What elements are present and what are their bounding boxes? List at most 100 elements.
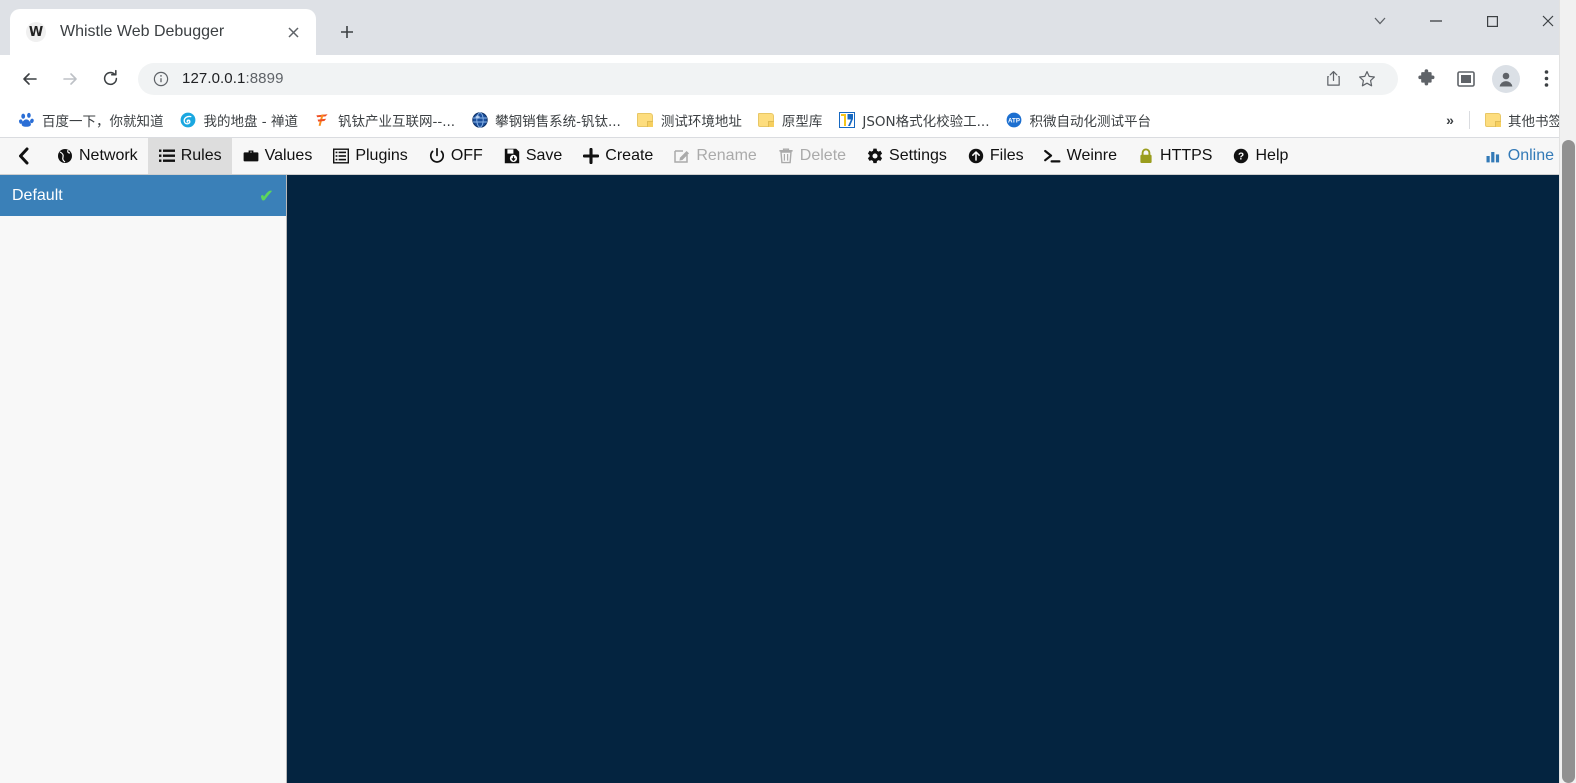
tab-close-icon[interactable] [280, 19, 306, 45]
bookmark-label: JSON格式化校验工... [862, 113, 990, 130]
whistle-collapse-button[interactable] [0, 138, 46, 174]
share-icon[interactable] [1316, 62, 1350, 96]
whistle-tab-plugins[interactable]: Plugins [322, 138, 417, 174]
briefcase-icon [242, 147, 260, 165]
whistle-settings-label: Settings [889, 147, 947, 164]
rules-list-item-default[interactable]: Default ✔ [0, 175, 286, 216]
vanadium-titanium-icon [314, 111, 331, 128]
address-bar[interactable]: 127.0.0.1:8899 [138, 62, 1398, 96]
other-bookmarks-label: 其他书签 [1508, 113, 1562, 130]
bookmark-item[interactable]: 测试环境地址 [629, 106, 750, 134]
bookmark-label: 积微自动化测试平台 [1029, 113, 1152, 130]
folder-icon [637, 111, 654, 128]
star-icon[interactable] [1350, 62, 1384, 96]
whistle-toolbar: Network Rules Values Plugins OFF Save Cr… [0, 138, 1576, 175]
bookmark-item[interactable]: JSON格式化校验工... [830, 106, 997, 134]
extensions-puzzle-icon[interactable] [1406, 59, 1446, 99]
edit-icon [673, 147, 691, 165]
whistle-help-button[interactable]: ? Help [1222, 138, 1298, 174]
globe-icon [56, 147, 74, 165]
page-scrollbar[interactable] [1559, 0, 1576, 783]
profile-avatar-icon[interactable] [1486, 59, 1526, 99]
page-scrollbar-thumb[interactable] [1562, 140, 1575, 783]
browser-tab[interactable]: W Whistle Web Debugger [10, 9, 316, 55]
tab-title: Whistle Web Debugger [60, 23, 225, 40]
tab-search-icon[interactable] [1352, 0, 1408, 42]
bookmark-item[interactable]: ATP 积微自动化测试平台 [998, 106, 1160, 134]
atp-icon: ATP [1006, 111, 1023, 128]
whistle-tab-label: Plugins [355, 147, 408, 164]
folder-icon [1484, 111, 1501, 128]
whistle-settings-button[interactable]: Settings [856, 138, 957, 174]
whistle-delete-button[interactable]: Delete [767, 138, 856, 174]
other-bookmarks-button[interactable]: 其他书签 [1476, 106, 1570, 134]
baidu-paw-icon [18, 111, 35, 128]
whistle-files-button[interactable]: Files [957, 138, 1034, 174]
bookmarks-divider [1469, 110, 1470, 129]
whistle-toggle-off-button[interactable]: OFF [418, 138, 493, 174]
forward-icon[interactable] [50, 59, 90, 99]
reload-icon[interactable] [90, 59, 130, 99]
omnibox-actions [1316, 62, 1384, 96]
whistle-toggle-label: OFF [450, 147, 483, 164]
url-host: 127.0.0.1 [182, 70, 246, 87]
whistle-weinre-button[interactable]: Weinre [1034, 138, 1127, 174]
side-panel-icon[interactable] [1446, 59, 1486, 99]
window-controls [1352, 0, 1576, 42]
maximize-icon[interactable] [1464, 0, 1520, 42]
rule-enabled-check-icon[interactable]: ✔ [259, 187, 274, 205]
bookmark-item[interactable]: 我的地盘 - 禅道 [172, 106, 306, 134]
power-icon [428, 147, 446, 165]
bookmarks-overflow-chevron-icon[interactable]: » [1437, 107, 1463, 133]
zentao-icon [180, 111, 197, 128]
bookmark-item[interactable]: 攀钢销售系统-钒钛... [463, 106, 629, 134]
browser-action-buttons [1406, 59, 1566, 99]
bookmark-label: 百度一下，你就知道 [42, 113, 164, 130]
whistle-tab-network[interactable]: Network [46, 138, 148, 174]
avatar [1492, 64, 1520, 93]
whistle-files-label: Files [989, 147, 1024, 164]
bookmark-item[interactable]: 原型库 [750, 106, 831, 134]
globe-icon [471, 111, 488, 128]
bookmark-label: 测试环境地址 [660, 113, 742, 130]
whistle-save-button[interactable]: Save [493, 138, 572, 174]
json-tool-icon [838, 111, 855, 128]
lock-icon [1137, 147, 1155, 165]
whistle-online-label: Online [1507, 147, 1554, 164]
rule-name: Default [12, 186, 63, 204]
back-icon[interactable] [10, 59, 50, 99]
whistle-save-label: Save [525, 147, 563, 164]
new-tab-button[interactable] [330, 15, 364, 49]
svg-text:?: ? [1238, 152, 1244, 163]
svg-text:ATP: ATP [1008, 117, 1020, 124]
whistle-create-button[interactable]: Create [572, 138, 663, 174]
bookmark-label: 原型库 [781, 113, 823, 130]
folder-icon [758, 111, 775, 128]
whistle-https-button[interactable]: HTTPS [1127, 138, 1222, 174]
whistle-tab-label: Network [79, 147, 138, 164]
list-alt-icon [332, 147, 350, 165]
tab-strip: W Whistle Web Debugger [0, 0, 1576, 55]
bookmarks-bar: 百度一下，你就知道 我的地盘 - 禅道 钒钛产业互联网--... 攀钢销售系统-… [0, 102, 1576, 138]
whistle-main: Default ✔ [0, 175, 1576, 783]
whistle-tab-rules[interactable]: Rules [147, 138, 232, 174]
bookmark-label: 攀钢销售系统-钒钛... [495, 113, 621, 130]
list-icon [158, 147, 176, 165]
whistle-online-status[interactable]: Online [1475, 138, 1560, 174]
rules-code-editor[interactable] [287, 175, 1576, 783]
whistle-rename-button[interactable]: Rename [663, 138, 766, 174]
whistle-tab-values[interactable]: Values [232, 138, 323, 174]
save-icon [503, 147, 521, 165]
url-port: :8899 [245, 70, 284, 87]
plus-icon [582, 147, 600, 165]
terminal-icon [1044, 147, 1062, 165]
whistle-help-label: Help [1255, 147, 1289, 164]
site-info-icon[interactable] [152, 70, 170, 88]
upload-circle-icon [967, 147, 985, 165]
whistle-weinre-label: Weinre [1066, 147, 1118, 164]
rules-list-panel[interactable]: Default ✔ [0, 175, 287, 783]
minimize-icon[interactable] [1408, 0, 1464, 42]
bookmark-item[interactable]: 百度一下，你就知道 [10, 106, 172, 134]
bookmark-item[interactable]: 钒钛产业互联网--... [306, 106, 463, 134]
navigation-toolbar: 127.0.0.1:8899 [0, 55, 1576, 102]
